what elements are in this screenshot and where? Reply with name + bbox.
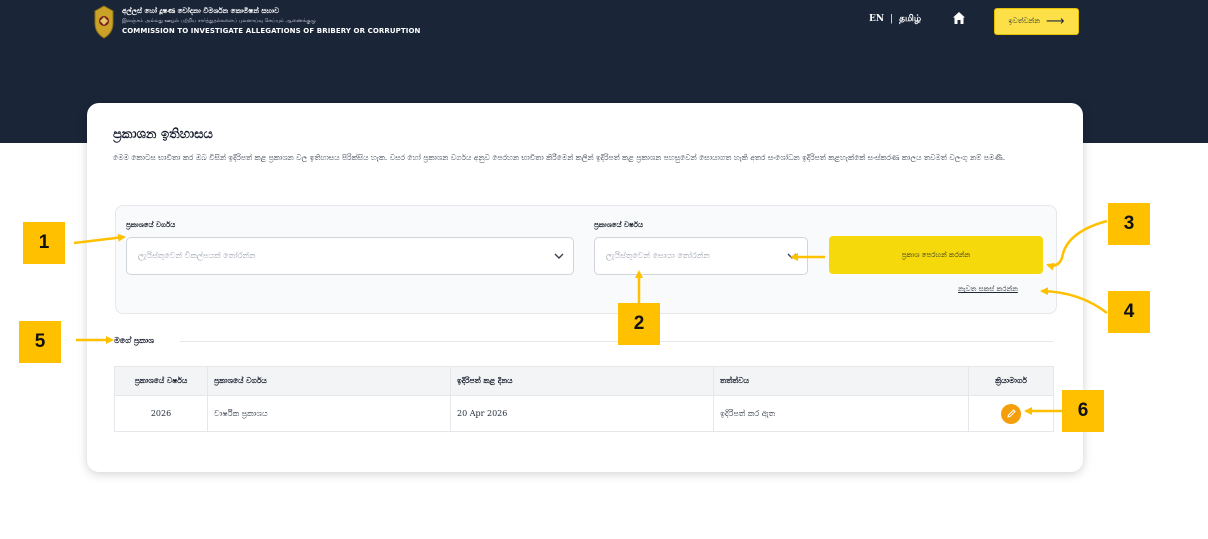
callout-badge-1: 1: [23, 222, 65, 264]
callout-badge-5: 5: [19, 321, 61, 363]
callout-badge-2: 2: [618, 303, 660, 345]
callout-badge-4: 4: [1108, 291, 1150, 333]
callout-badge-3: 3: [1108, 203, 1150, 245]
annotation-arrows: [73, 219, 1108, 415]
callout-badge-6: 6: [1062, 390, 1104, 432]
